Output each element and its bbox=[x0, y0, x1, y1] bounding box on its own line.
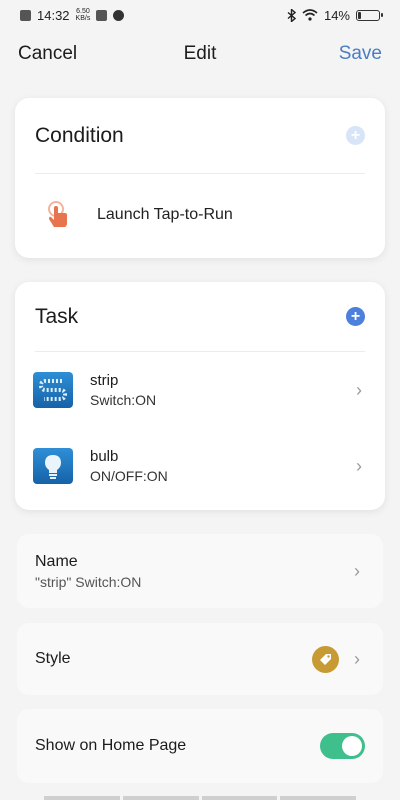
name-row[interactable]: Name "strip" Switch:ON › bbox=[17, 534, 383, 608]
task-card: Task + strip Switch:ON › bulb ON/OFF:ON bbox=[15, 282, 385, 510]
condition-header: Condition + bbox=[35, 98, 365, 174]
task-name: strip bbox=[90, 372, 119, 389]
condition-item[interactable]: Launch Tap-to-Run bbox=[15, 174, 385, 256]
status-bar: 14:32 6.50 KB/s 14% bbox=[0, 0, 400, 30]
notification-icon bbox=[20, 9, 31, 21]
chevron-right-icon: › bbox=[354, 648, 360, 669]
name-value: "strip" Switch:ON bbox=[35, 573, 142, 590]
bluetooth-icon bbox=[287, 8, 296, 22]
net-speed: 6.50 KB/s bbox=[75, 8, 91, 22]
task-action: ON/OFF:ON bbox=[90, 468, 168, 484]
tag-icon bbox=[312, 645, 339, 673]
battery-percent: 14% bbox=[323, 7, 350, 23]
home-page-row: Show on Home Page bbox=[17, 709, 383, 783]
shield-icon bbox=[96, 9, 108, 21]
plus-icon: + bbox=[350, 307, 361, 325]
chevron-right-icon: › bbox=[356, 455, 362, 476]
plus-icon: + bbox=[350, 126, 361, 144]
condition-card: Condition + Launch Tap-to-Run bbox=[15, 98, 385, 258]
save-button[interactable]: Save bbox=[339, 43, 382, 65]
add-task-button[interactable]: + bbox=[346, 307, 365, 326]
chevron-right-icon: › bbox=[354, 560, 360, 581]
vpn-check-icon bbox=[113, 9, 125, 21]
condition-label: Launch Tap-to-Run bbox=[97, 206, 233, 223]
home-page-toggle[interactable] bbox=[320, 733, 365, 759]
task-name: bulb bbox=[90, 448, 119, 465]
tap-hand-icon bbox=[48, 201, 67, 227]
task-action: Switch:ON bbox=[90, 392, 157, 408]
bulb-icon bbox=[33, 448, 73, 484]
task-item-strip[interactable]: strip Switch:ON › bbox=[15, 352, 385, 428]
task-title: Task bbox=[35, 304, 79, 328]
task-header: Task + bbox=[35, 282, 365, 352]
name-label: Name bbox=[35, 552, 78, 570]
style-row[interactable]: Style › bbox=[17, 623, 383, 695]
led-strip-icon bbox=[33, 372, 73, 408]
task-item-bulb[interactable]: bulb ON/OFF:ON › bbox=[15, 428, 385, 504]
nav-bar: Cancel Edit Save bbox=[0, 34, 400, 74]
wifi-icon bbox=[302, 9, 318, 21]
style-label: Style bbox=[35, 650, 71, 667]
add-condition-button[interactable]: + bbox=[346, 126, 365, 145]
status-time: 14:32 bbox=[37, 7, 70, 23]
bottom-divider bbox=[44, 796, 356, 800]
cancel-button[interactable]: Cancel bbox=[18, 43, 77, 65]
chevron-right-icon: › bbox=[356, 379, 362, 400]
toggle-knob bbox=[342, 736, 362, 756]
home-page-label: Show on Home Page bbox=[35, 737, 187, 754]
battery-icon bbox=[356, 9, 383, 21]
condition-title: Condition bbox=[35, 123, 124, 147]
